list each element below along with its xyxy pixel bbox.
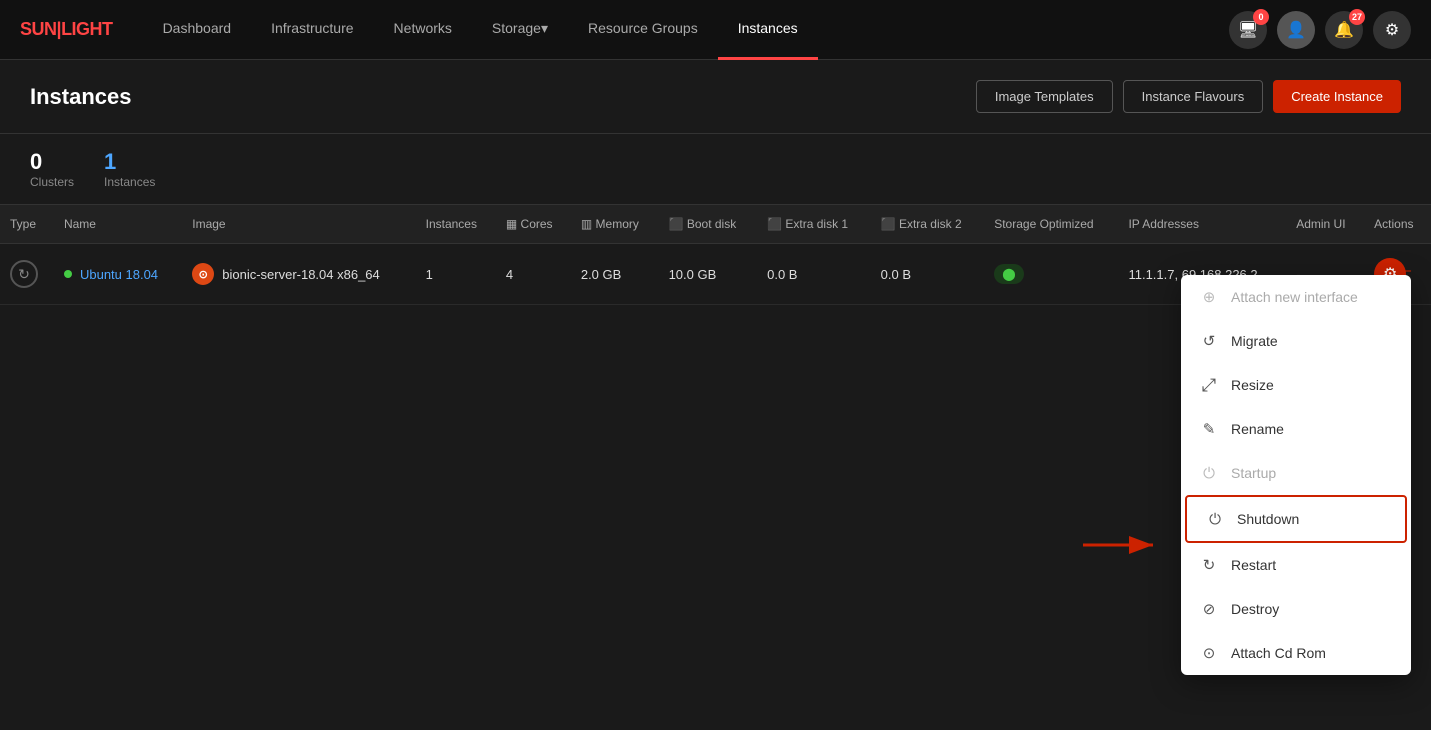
row-image: ⊙ bionic-server-18.04 x86_64 <box>182 244 415 305</box>
row-instances: 1 <box>416 244 496 305</box>
type-icon: ↻ <box>10 260 38 288</box>
stat-clusters: 0 Clusters <box>30 149 74 189</box>
nav-networks[interactable]: Networks <box>374 0 472 60</box>
actions-dropdown-menu: ⊕ Attach new interface ↺ Migrate ⤢ Resiz… <box>1181 275 1411 675</box>
rename-label: Rename <box>1231 421 1284 437</box>
col-boot-disk: ⬛ Boot disk <box>659 205 758 244</box>
attach-cd-rom-label: Attach Cd Rom <box>1231 645 1326 661</box>
restart-icon: ↻ <box>1199 555 1219 575</box>
storage-optimized-toggle: ⬤ <box>994 264 1023 284</box>
nav-infrastructure[interactable]: Infrastructure <box>251 0 373 60</box>
image-name: bionic-server-18.04 x86_64 <box>222 267 380 282</box>
bell-badge: 27 <box>1349 9 1365 25</box>
dropdown-shutdown[interactable]: ⏻ Shutdown <box>1185 495 1407 543</box>
shutdown-arrow-indicator <box>1083 527 1163 569</box>
dropdown-rename[interactable]: ✎ Rename <box>1181 407 1411 451</box>
top-navigation: SUN|LIGHT Dashboard Infrastructure Netwo… <box>0 0 1431 60</box>
dropdown-attach-cd-rom[interactable]: ⊙ Attach Cd Rom <box>1181 631 1411 675</box>
monitor-icon-btn[interactable]: 🖥 0 <box>1229 11 1267 49</box>
col-cores: ▦ Cores <box>496 205 571 244</box>
attach-interface-icon: ⊕ <box>1199 287 1219 307</box>
col-admin-ui: Admin UI <box>1286 205 1364 244</box>
cores-icon: ▦ <box>506 217 517 231</box>
restart-label: Restart <box>1231 557 1276 573</box>
migrate-icon: ↺ <box>1199 331 1219 351</box>
profile-icon-btn[interactable]: 👤 <box>1277 11 1315 49</box>
row-memory: 2.0 GB <box>571 244 659 305</box>
table-header-row: Type Name Image Instances ▦ Cores ▥ Memo… <box>0 205 1431 244</box>
profile-icon: 👤 <box>1286 20 1306 40</box>
monitor-badge: 0 <box>1253 9 1269 25</box>
nav-right-icons: 🖥 0 👤 🔔 27 ⚙ <box>1229 11 1411 49</box>
instance-name-link[interactable]: Ubuntu 18.04 <box>80 267 158 282</box>
rename-icon: ✎ <box>1199 419 1219 439</box>
ubuntu-icon: ⊙ <box>192 263 214 285</box>
shutdown-label: Shutdown <box>1237 511 1299 527</box>
instance-flavours-button[interactable]: Instance Flavours <box>1123 80 1264 113</box>
row-cores: 4 <box>496 244 571 305</box>
image-templates-button[interactable]: Image Templates <box>976 80 1113 113</box>
destroy-label: Destroy <box>1231 601 1279 617</box>
nav-resource-groups[interactable]: Resource Groups <box>568 0 718 60</box>
create-instance-button[interactable]: Create Instance <box>1273 80 1401 113</box>
extra-disk1-icon: ⬛ <box>767 217 782 231</box>
col-extra-disk2: ⬛ Extra disk 2 <box>871 205 985 244</box>
status-dot <box>64 270 72 278</box>
memory-icon: ▥ <box>581 217 592 231</box>
col-type: Type <box>0 205 54 244</box>
extra-disk2-icon: ⬛ <box>881 217 896 231</box>
stat-instances: 1 Instances <box>104 149 155 189</box>
col-memory: ▥ Memory <box>571 205 659 244</box>
dropdown-restart[interactable]: ↻ Restart <box>1181 543 1411 587</box>
nav-storage[interactable]: Storage ▾ <box>472 0 568 60</box>
migrate-label: Migrate <box>1231 333 1278 349</box>
nav-dashboard[interactable]: Dashboard <box>143 0 252 60</box>
resize-icon: ⤢ <box>1199 375 1219 395</box>
resize-label: Resize <box>1231 377 1274 393</box>
dropdown-attach-new-interface[interactable]: ⊕ Attach new interface <box>1181 275 1411 319</box>
row-storage-optimized: ⬤ <box>984 244 1118 305</box>
clusters-label: Clusters <box>30 175 74 189</box>
row-extra-disk2: 0.0 B <box>871 244 985 305</box>
dropdown-destroy[interactable]: ⊘ Destroy <box>1181 587 1411 631</box>
row-extra-disk1: 0.0 B <box>757 244 871 305</box>
attach-interface-label: Attach new interface <box>1231 289 1358 305</box>
startup-label: Startup <box>1231 465 1276 481</box>
bell-icon-btn[interactable]: 🔔 27 <box>1325 11 1363 49</box>
row-boot-disk: 10.0 GB <box>659 244 758 305</box>
dropdown-migrate[interactable]: ↺ Migrate <box>1181 319 1411 363</box>
boot-disk-icon: ⬛ <box>669 217 684 231</box>
page-title: Instances <box>30 84 132 110</box>
page-header: Instances Image Templates Instance Flavo… <box>0 60 1431 134</box>
dropdown-startup[interactable]: ⏻ Startup <box>1181 451 1411 495</box>
logo: SUN|LIGHT <box>20 19 113 40</box>
stats-bar: 0 Clusters 1 Instances <box>0 134 1431 205</box>
instances-label: Instances <box>104 175 155 189</box>
header-actions: Image Templates Instance Flavours Create… <box>976 80 1401 113</box>
startup-icon: ⏻ <box>1199 463 1219 483</box>
col-ip-addresses: IP Addresses <box>1118 205 1286 244</box>
dropdown-resize[interactable]: ⤢ Resize <box>1181 363 1411 407</box>
col-extra-disk1: ⬛ Extra disk 1 <box>757 205 871 244</box>
settings-icon-btn[interactable]: ⚙ <box>1373 11 1411 49</box>
nav-items: Dashboard Infrastructure Networks Storag… <box>143 0 1229 60</box>
row-type: ↻ <box>0 244 54 305</box>
row-name: Ubuntu 18.04 <box>54 244 182 305</box>
settings-icon: ⚙ <box>1385 20 1399 40</box>
nav-instances[interactable]: Instances <box>718 0 818 60</box>
shutdown-icon: ⏻ <box>1205 509 1225 529</box>
toggle-icon: ⬤ <box>1002 267 1015 281</box>
destroy-icon: ⊘ <box>1199 599 1219 619</box>
instances-count: 1 <box>104 149 155 175</box>
col-instances: Instances <box>416 205 496 244</box>
col-actions: Actions <box>1364 205 1431 244</box>
col-storage-optimized: Storage Optimized <box>984 205 1118 244</box>
attach-cd-rom-icon: ⊙ <box>1199 643 1219 663</box>
col-name: Name <box>54 205 182 244</box>
col-image: Image <box>182 205 415 244</box>
clusters-count: 0 <box>30 149 74 175</box>
